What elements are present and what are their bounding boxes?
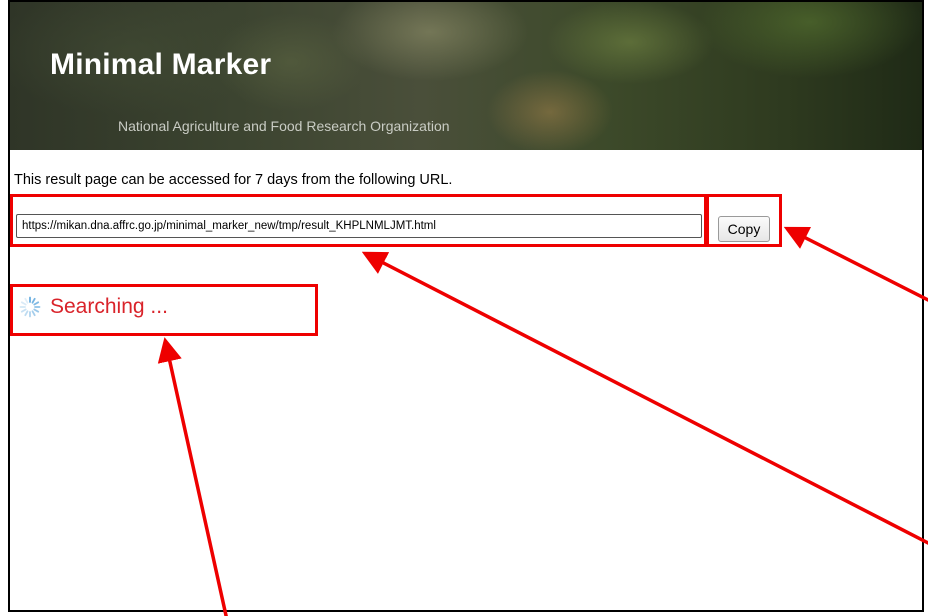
- copy-highlight-box: [706, 194, 782, 247]
- access-note: This result page can be accessed for 7 d…: [14, 172, 453, 188]
- url-highlight-box: [10, 194, 707, 247]
- site-title: Minimal Marker: [50, 48, 272, 81]
- header-banner: Minimal Marker National Agriculture and …: [10, 2, 922, 150]
- status-highlight-box: [10, 284, 318, 336]
- organization-name: National Agriculture and Food Research O…: [118, 118, 450, 134]
